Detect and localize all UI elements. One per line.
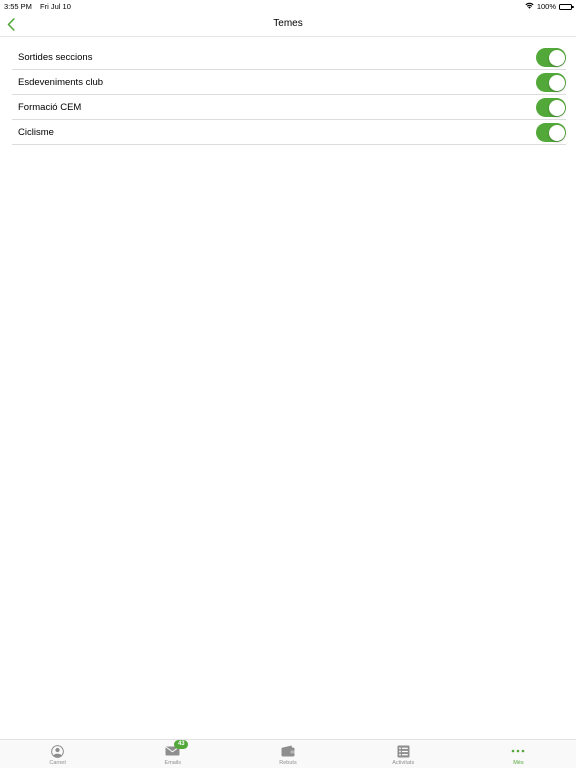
status-time: 3:55 PM [4, 2, 32, 11]
status-bar: 3:55 PM Fri Jul 10 100% [0, 0, 576, 12]
more-dots-icon [511, 744, 525, 758]
status-date: Fri Jul 10 [40, 2, 71, 11]
tab-activitats[interactable]: Activitats [346, 740, 461, 768]
list-item: Formació CEM [12, 95, 566, 120]
tab-label: Activitats [392, 760, 415, 766]
page-title: Temes [273, 18, 303, 29]
tab-label: Emails [164, 760, 182, 766]
tab-label: Rebuts [279, 760, 297, 766]
topic-toggle[interactable] [536, 123, 566, 142]
topic-label: Esdeveniments club [18, 76, 104, 88]
topic-label: Sortides seccions [18, 51, 93, 63]
tab-label: Carnet [49, 760, 66, 766]
tab-mes[interactable]: Més [461, 740, 576, 768]
tab-emails[interactable]: 43 Emails [115, 740, 230, 768]
tab-bar: Carnet 43 Emails Rebuts Activitats Més [0, 739, 576, 768]
battery-percent: 100% [536, 2, 556, 11]
list-item: Esdeveniments club [12, 70, 566, 95]
tab-rebuts[interactable]: Rebuts [230, 740, 345, 768]
list-item: Sortides seccions [12, 45, 566, 70]
list-icon [397, 744, 410, 758]
wifi-icon [525, 2, 534, 11]
topic-label: Ciclisme [18, 126, 54, 138]
topic-label: Formació CEM [18, 101, 82, 113]
topics-list: Sortides seccions Esdeveniments club For… [12, 45, 566, 145]
envelope-icon: 43 [165, 740, 189, 758]
wallet-icon [281, 744, 295, 758]
topic-toggle[interactable] [536, 73, 566, 92]
navigation-bar: Temes [0, 12, 576, 37]
topic-toggle[interactable] [536, 48, 566, 67]
battery-icon [559, 3, 574, 10]
tab-label: Més [513, 760, 524, 766]
emails-badge: 43 [174, 740, 189, 749]
person-icon [51, 744, 64, 758]
list-item: Ciclisme [12, 120, 566, 145]
topic-toggle[interactable] [536, 98, 566, 117]
tab-carnet[interactable]: Carnet [0, 740, 115, 768]
